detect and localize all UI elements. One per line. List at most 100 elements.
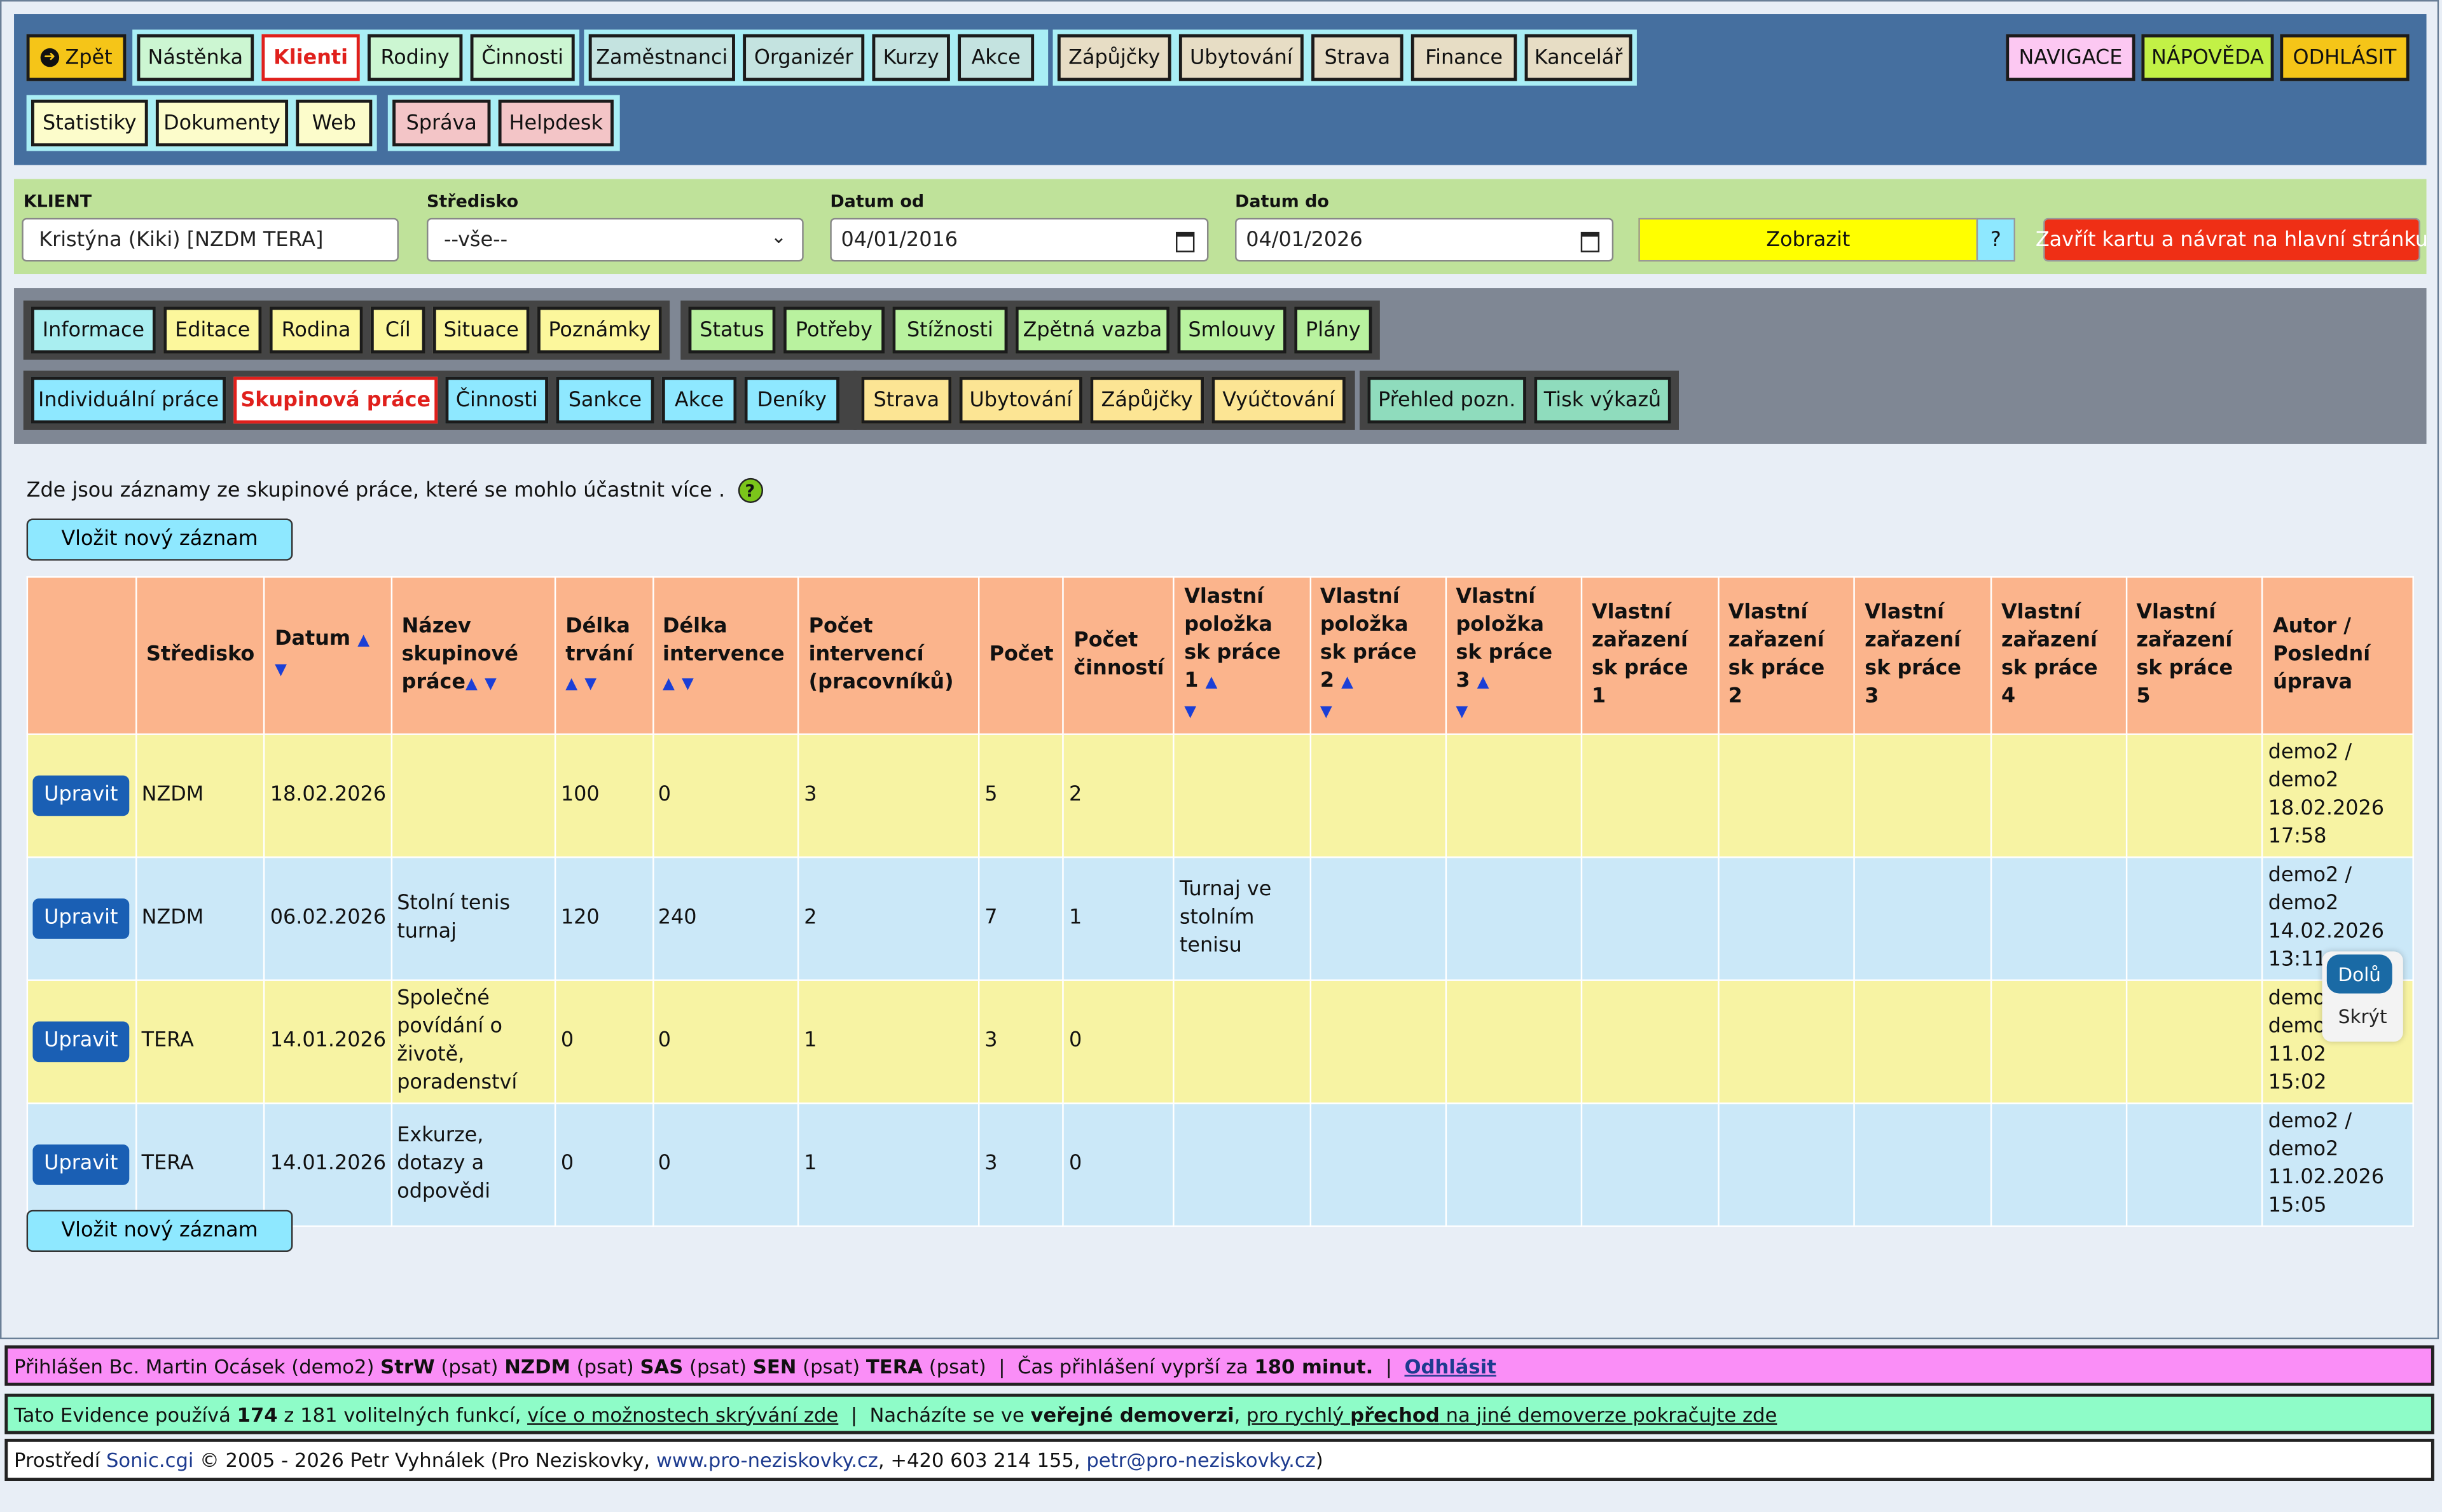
edit-button[interactable]: Upravit	[32, 898, 130, 939]
sort-asc-icon[interactable]: ▲	[357, 632, 369, 649]
date-from-field[interactable]: 04/01/2016	[830, 217, 1209, 262]
email-link[interactable]: petr@pro-neziskovky.cz	[1086, 1448, 1315, 1472]
tab-rodina[interactable]: Rodina	[269, 306, 363, 354]
sort-asc-icon[interactable]: ▲	[663, 675, 675, 692]
nav-zamestnanci[interactable]: Zaměstnanci	[588, 34, 735, 81]
sonic-link[interactable]: Sonic.cgi	[106, 1448, 193, 1472]
filter-bar: KLIENT Kristýna (Kiki) [NZDM TERA] Střed…	[14, 179, 2428, 275]
cell-empty	[1580, 979, 1719, 1104]
logout-link[interactable]: Odhlásit	[1405, 1354, 1496, 1377]
tab-ubytovani[interactable]: Ubytování	[959, 376, 1083, 424]
nav-cinnosti[interactable]: Činnosti	[470, 34, 575, 81]
tab-situace[interactable]: Situace	[432, 306, 530, 354]
tab-poznamky[interactable]: Poznámky	[537, 306, 662, 354]
sort-asc-icon[interactable]: ▲	[1341, 674, 1353, 691]
date-to-field[interactable]: 04/01/2026	[1235, 217, 1614, 262]
col-datum: Datum ▲ ▼	[263, 576, 392, 735]
cell-empty	[1445, 979, 1583, 1104]
nav-ubytovani[interactable]: Ubytování	[1178, 34, 1304, 81]
nav-kurzy[interactable]: Kurzy	[872, 34, 950, 81]
sort-desc-icon[interactable]: ▼	[1456, 704, 1468, 721]
sort-asc-icon[interactable]: ▲	[1477, 674, 1489, 691]
nav-rodiny[interactable]: Rodiny	[367, 34, 463, 81]
nav-sprava[interactable]: Správa	[392, 99, 491, 147]
autor-line: demo2 /	[2268, 741, 2352, 765]
tab-prehled-pozn[interactable]: Přehled pozn.	[1367, 376, 1527, 424]
tab-sankce[interactable]: Sankce	[556, 376, 654, 424]
nav-dokumenty[interactable]: Dokumenty	[155, 99, 289, 147]
nav-nastenka[interactable]: Nástěnka	[137, 34, 254, 81]
cell-intervence: 0	[651, 979, 799, 1104]
tab-vyuctovani[interactable]: Vyúčtování	[1211, 376, 1346, 424]
new-record-button-top[interactable]: Vložit nový záznam	[26, 518, 293, 561]
help-icon[interactable]: ?	[737, 478, 762, 504]
edit-button[interactable]: Upravit	[32, 775, 130, 816]
nav-statistiky[interactable]: Statistiky	[31, 99, 148, 147]
nav-zapujcky[interactable]: Zápůjčky	[1057, 34, 1171, 81]
nav-helpdesk[interactable]: Helpdesk	[498, 99, 614, 147]
tab-deniky[interactable]: Deníky	[744, 376, 840, 424]
tab-informace[interactable]: Informace	[31, 306, 156, 354]
tab-plany[interactable]: Plány	[1294, 306, 1372, 354]
hide-widget-button[interactable]: Skrýt	[2327, 998, 2399, 1036]
cell-pocet: 5	[978, 733, 1065, 858]
client-field[interactable]: Kristýna (Kiki) [NZDM TERA]	[22, 217, 399, 262]
tab-stiznosti[interactable]: Stížnosti	[892, 306, 1008, 354]
navigace-button[interactable]: NAVIGACE	[2006, 34, 2135, 81]
tab-individualni-prace[interactable]: Individuální práce	[31, 376, 226, 424]
center-select[interactable]: --vše-- ⌄	[427, 217, 804, 262]
nav-finance[interactable]: Finance	[1411, 34, 1517, 81]
tab-zpetna-vazba[interactable]: Zpětná vazba	[1015, 306, 1170, 354]
tab-status[interactable]: Status	[688, 306, 776, 354]
nav-akce[interactable]: Akce	[958, 34, 1035, 81]
cell-empty	[1309, 733, 1447, 858]
sort-desc-icon[interactable]: ▼	[1320, 704, 1332, 721]
nav-klienti[interactable]: Klienti	[261, 34, 360, 81]
edit-button[interactable]: Upravit	[32, 1144, 130, 1185]
back-button[interactable]: ➜ Zpět	[26, 34, 127, 81]
edit-button[interactable]: Upravit	[32, 1021, 130, 1062]
cell-vp1	[1173, 979, 1311, 1104]
tab-akce[interactable]: Akce	[661, 376, 737, 424]
new-record-button-bottom[interactable]: Vložit nový záznam	[26, 1209, 293, 1252]
sort-desc-icon[interactable]: ▼	[682, 675, 694, 692]
sort-asc-icon[interactable]: ▲	[565, 675, 577, 692]
tab-tisk-vykazu[interactable]: Tisk výkazů	[1534, 376, 1671, 424]
sort-desc-icon[interactable]: ▼	[485, 675, 497, 692]
napoveda-button[interactable]: NÁPOVĚDA	[2141, 34, 2274, 81]
autor-line: 11.02.2026	[2268, 1166, 2385, 1190]
hiding-info-link[interactable]: více o možnostech skrývání zde	[527, 1402, 838, 1426]
show-button[interactable]: Zobrazit	[1638, 217, 1978, 262]
tab-cinnosti[interactable]: Činnosti	[445, 376, 549, 424]
tab-cil[interactable]: Cíl	[370, 306, 425, 354]
website-link[interactable]: www.pro-neziskovky.cz	[656, 1448, 878, 1472]
cell-empty	[1445, 733, 1583, 858]
tab-strava[interactable]: Strava	[861, 376, 952, 424]
cell-datum: 18.02.2026	[263, 733, 392, 858]
tab-skupinova-prace[interactable]: Skupinová práce	[233, 376, 438, 424]
nav-strava[interactable]: Strava	[1311, 34, 1404, 81]
tab-potreby[interactable]: Potřeby	[783, 306, 885, 354]
close-card-button[interactable]: Zavřít kartu a návrat na hlavní stránku	[2036, 217, 2428, 262]
col-nazev: Název skupinové práce▲ ▼	[390, 576, 556, 735]
tab-smlouvy[interactable]: Smlouvy	[1177, 306, 1287, 354]
odhlasit-button[interactable]: ODHLÁSIT	[2280, 34, 2410, 81]
sort-desc-icon[interactable]: ▼	[1184, 704, 1196, 721]
calendar-icon	[1580, 231, 1600, 252]
app: ➜ Zpět Nástěnka Klienti Rodiny Činnosti …	[0, 0, 2442, 1512]
tab-zapujcky[interactable]: Zápůjčky	[1090, 376, 1204, 424]
nav-organizer[interactable]: Organizér	[743, 34, 865, 81]
autor-line: demo2	[2268, 892, 2339, 916]
tab-editace[interactable]: Editace	[163, 306, 262, 354]
nav-kancelar[interactable]: Kancelář	[1524, 34, 1632, 81]
scroll-down-button[interactable]: Dolů	[2326, 954, 2392, 994]
demo-switch-link[interactable]: pro rychlý přechod na jiné demoverze pok…	[1246, 1402, 1777, 1426]
show-help-button[interactable]: ?	[1976, 217, 2016, 262]
col-vz4: Vlastní zařazení sk práce 4	[1990, 576, 2127, 735]
nav-web[interactable]: Web	[296, 99, 373, 147]
sort-desc-icon[interactable]: ▼	[275, 662, 287, 679]
sort-asc-icon[interactable]: ▲	[1206, 674, 1218, 691]
cell-empty	[1990, 856, 2127, 981]
sort-desc-icon[interactable]: ▼	[584, 675, 597, 692]
sort-asc-icon[interactable]: ▲	[466, 675, 478, 692]
